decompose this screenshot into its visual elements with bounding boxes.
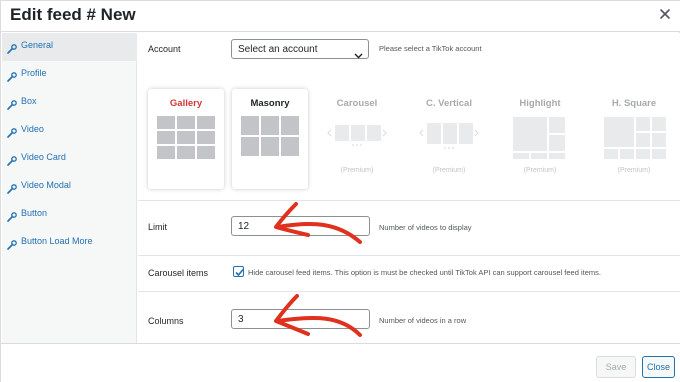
sidebar-item-label: Button xyxy=(21,208,48,218)
sidebar-item-label: Video Modal xyxy=(21,180,71,190)
dialog-header: Edit feed # New xyxy=(1,1,680,32)
layout-option-highlight[interactable]: Highlight (Premium) xyxy=(502,89,578,189)
annotation-arrow-columns xyxy=(274,294,362,337)
carousel-thumbnail xyxy=(327,125,387,146)
limit-input-value: 12 xyxy=(238,221,250,232)
h-square-thumbnail xyxy=(604,117,666,159)
layout-name: C. Vertical xyxy=(426,98,472,109)
layout-name: H. Square xyxy=(611,98,657,109)
layout-option-c-vertical[interactable]: C. Vertical (Premium) xyxy=(411,89,487,189)
layout-option-h-square[interactable]: H. Square (Premium) xyxy=(596,89,672,189)
limit-description: Number of videos to display xyxy=(379,223,472,232)
wrench-icon xyxy=(7,41,17,54)
layout-option-gallery[interactable]: Gallery xyxy=(148,89,224,189)
columns-label: Columns xyxy=(148,316,184,326)
premium-badge: (Premium) xyxy=(523,167,557,174)
wrench-icon xyxy=(7,69,17,82)
sidebar-item-label: General xyxy=(21,40,54,50)
divider xyxy=(138,200,680,201)
wrench-icon xyxy=(7,181,17,194)
sidebar-item-video-modal[interactable]: Video Modal xyxy=(2,173,137,201)
columns-description: Number of videos in a row xyxy=(379,316,467,325)
close-button[interactable]: Close xyxy=(642,356,675,378)
sidebar-item-label: Video Card xyxy=(21,152,66,162)
wrench-icon xyxy=(7,209,17,222)
sidebar-item-button-load-more[interactable]: Button Load More xyxy=(2,229,137,257)
layout-option-carousel[interactable]: Carousel (Premium) xyxy=(319,89,395,189)
sidebar-item-label: Video xyxy=(21,124,44,134)
divider xyxy=(138,255,680,256)
checkmark-icon xyxy=(235,268,244,277)
save-button[interactable]: Save xyxy=(596,356,636,378)
account-label: Account xyxy=(148,44,181,54)
wrench-icon xyxy=(7,97,17,110)
masonry-thumbnail xyxy=(241,116,299,156)
annotation-arrow-limit xyxy=(274,202,362,244)
carousel-items-label: Carousel items xyxy=(148,268,209,278)
gallery-thumbnail xyxy=(157,116,215,159)
settings-sidebar: General Profile Box Video Video Card Vid… xyxy=(2,33,137,343)
carousel-items-description: Hide carousel feed items. This option is… xyxy=(248,268,601,277)
highlight-thumbnail xyxy=(513,117,565,159)
layout-option-masonry[interactable]: Masonry xyxy=(232,89,308,189)
premium-badge: (Premium) xyxy=(617,167,651,174)
premium-badge: (Premium) xyxy=(340,167,374,174)
layout-name: Masonry xyxy=(250,98,290,109)
layout-name: Gallery xyxy=(169,98,203,109)
account-hint: Please select a TikTok account xyxy=(379,44,482,53)
close-icon[interactable] xyxy=(657,6,673,22)
sidebar-item-box[interactable]: Box xyxy=(2,89,137,117)
wrench-icon xyxy=(7,153,17,166)
c-vertical-thumbnail xyxy=(419,123,479,149)
dialog-footer: Save Close xyxy=(1,343,680,382)
premium-badge: (Premium) xyxy=(432,167,466,174)
edit-feed-dialog: Edit feed # New General Profile Box Vide… xyxy=(0,0,680,382)
settings-panel: Account Select an account Please select … xyxy=(138,33,680,343)
dialog-title: Edit feed # New xyxy=(10,5,136,24)
hide-carousel-checkbox[interactable] xyxy=(233,266,244,277)
account-select[interactable]: Select an account xyxy=(231,39,369,59)
limit-label: Limit xyxy=(148,222,168,232)
columns-input-value: 3 xyxy=(238,314,244,325)
account-select-value: Select an account xyxy=(238,44,318,55)
chevron-down-icon xyxy=(354,46,363,59)
sidebar-item-label: Profile xyxy=(21,68,47,78)
sidebar-item-label: Button Load More xyxy=(21,236,93,246)
wrench-icon xyxy=(7,237,17,250)
wrench-icon xyxy=(7,125,17,138)
sidebar-item-video[interactable]: Video xyxy=(2,117,137,145)
layout-name: Highlight xyxy=(519,98,561,109)
divider xyxy=(138,291,680,292)
sidebar-item-video-card[interactable]: Video Card xyxy=(2,145,137,173)
sidebar-item-label: Box xyxy=(21,96,37,106)
sidebar-item-button[interactable]: Button xyxy=(2,201,137,229)
layout-name: Carousel xyxy=(336,98,378,109)
sidebar-item-general[interactable]: General xyxy=(2,33,137,61)
sidebar-item-profile[interactable]: Profile xyxy=(2,61,137,89)
